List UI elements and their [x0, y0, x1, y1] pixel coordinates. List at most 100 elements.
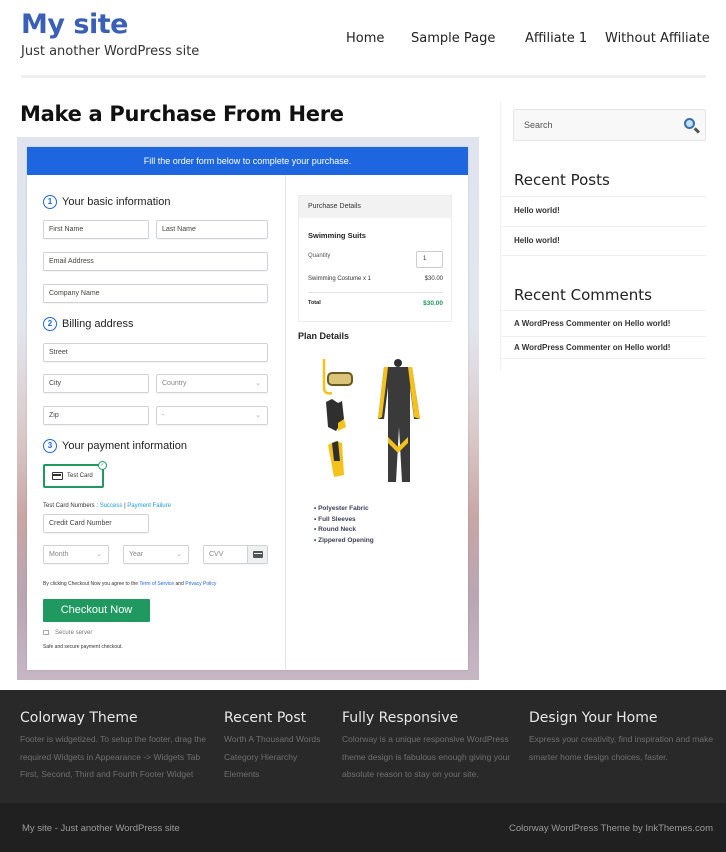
- section-label: Your payment information: [62, 440, 187, 452]
- footer-theme-credit[interactable]: Colorway WordPress Theme by InkThemes.co…: [509, 823, 713, 834]
- footer-post-link[interactable]: Elements: [224, 766, 334, 784]
- footer-col-recent-post: Recent Post Worth A Thousand Words Categ…: [224, 710, 334, 784]
- fins-icon: [328, 441, 344, 477]
- footer-col-text: Express your creativity, find inspiratio…: [529, 734, 714, 762]
- email-input[interactable]: Email Address: [43, 252, 268, 271]
- footer-site-credit[interactable]: My site - Just another WordPress site: [22, 823, 180, 834]
- search-placeholder: Search: [524, 120, 553, 130]
- order-form-card: Fill the order form below to complete yo…: [27, 147, 468, 670]
- state-value: -: [162, 412, 165, 419]
- test-card-numbers: Test Card Numbers : Success | Payment Fa…: [43, 503, 171, 509]
- zip-input[interactable]: Zip: [43, 406, 149, 425]
- year-select[interactable]: Year ⌄: [123, 545, 189, 564]
- quantity-input[interactable]: 1: [416, 251, 443, 268]
- state-select[interactable]: - ⌄: [156, 406, 268, 425]
- section-payment: 3 Your payment information: [43, 439, 187, 453]
- nav-home[interactable]: Home: [346, 31, 384, 46]
- test-card-label: Test Card Numbers :: [43, 503, 99, 509]
- last-name-input[interactable]: Last Name: [156, 220, 268, 239]
- main-nav: Home Sample Page Affiliate 1 Without Aff…: [0, 31, 726, 51]
- agreement-text: By clicking Checkout Now you agree to th…: [43, 581, 216, 587]
- chevron-down-icon: ⌄: [176, 551, 182, 558]
- feature-item: Full Sleeves: [314, 515, 374, 526]
- recent-post-item: Hello world!: [501, 226, 706, 256]
- payment-method-label: Test Card: [67, 473, 93, 479]
- payment-method-test-card[interactable]: Test Card ✓: [43, 461, 107, 488]
- footer-col-title: Colorway Theme: [20, 710, 138, 726]
- order-banner: Fill the order form below to complete yo…: [27, 147, 468, 175]
- chevron-down-icon: ⌄: [96, 551, 102, 558]
- year-value: Year: [129, 551, 144, 558]
- recent-comment-link[interactable]: A WordPress Commenter on Hello world!: [514, 343, 670, 352]
- feature-item: Zippered Opening: [314, 536, 374, 547]
- footer-col-title: Recent Post: [224, 710, 307, 726]
- check-icon: ✓: [98, 461, 107, 470]
- chevron-down-icon: ⌄: [255, 412, 261, 419]
- secure-server: Secure server: [43, 629, 92, 636]
- terms-of-service-link[interactable]: Term of Service: [139, 581, 174, 587]
- line-item-name: Swimming Costume x 1: [308, 276, 372, 282]
- cvv-card-icon: [247, 546, 267, 563]
- credit-card-input[interactable]: Credit Card Number: [43, 514, 149, 533]
- cvv-input[interactable]: CVV: [203, 545, 268, 564]
- city-input[interactable]: City: [43, 374, 149, 393]
- wetsuit-icon: [378, 359, 420, 482]
- section-billing: 2 Billing address: [43, 317, 134, 331]
- section-label: Billing address: [62, 318, 134, 330]
- snorkel-mask-icon: [322, 359, 353, 395]
- nav-sample-page[interactable]: Sample Page: [411, 31, 495, 46]
- street-input[interactable]: Street: [43, 343, 268, 362]
- recent-comment-link[interactable]: A WordPress Commenter on Hello world!: [514, 319, 670, 328]
- quantity-label: Quantity: [308, 253, 331, 259]
- footer-col-colorway: Colorway Theme Footer is widgetized. To …: [20, 710, 215, 784]
- privacy-policy-link[interactable]: Privacy Policy: [185, 581, 216, 587]
- first-name-input[interactable]: First Name: [43, 220, 149, 239]
- company-input[interactable]: Company Name: [43, 284, 268, 303]
- footer-col-text: Colorway is a unique responsive WordPres…: [342, 734, 511, 779]
- plan-features-list: Polyester Fabric Full Sleeves Round Neck…: [314, 504, 374, 546]
- site-footer: Colorway Theme Footer is widgetized. To …: [0, 690, 726, 803]
- total-amount: $30.00: [423, 300, 443, 307]
- plan-details-title: Plan Details: [298, 331, 350, 341]
- recent-post-item: Hello world!: [501, 196, 706, 226]
- footer-post-link[interactable]: Worth A Thousand Words: [224, 731, 334, 749]
- checkout-now-button[interactable]: Checkout Now: [43, 599, 150, 622]
- footer-col-responsive: Fully Responsive Colorway is a unique re…: [342, 710, 517, 784]
- recent-post-link[interactable]: Hello world!: [514, 206, 560, 215]
- swim-gear-image: [322, 359, 420, 482]
- site-header: My site Just another WordPress site Home…: [0, 0, 726, 90]
- and-text: and: [175, 581, 184, 587]
- recent-posts-title: Recent Posts: [514, 171, 610, 189]
- recent-post-link[interactable]: Hello world!: [514, 236, 560, 245]
- search-input[interactable]: Search: [513, 109, 706, 141]
- recent-comments-title: Recent Comments: [514, 286, 652, 304]
- chevron-down-icon: ⌄: [255, 380, 261, 387]
- nav-without-affiliate[interactable]: Without Affiliate: [605, 31, 710, 46]
- purchase-details-box: Purchase Details Swimming Suits Quantity…: [298, 195, 452, 322]
- feature-item: Polyester Fabric: [314, 504, 374, 515]
- step-number-icon: 1: [43, 195, 57, 209]
- header-divider: [21, 75, 706, 78]
- recent-comment-item: A WordPress Commenter on Hello world!: [501, 336, 706, 359]
- month-value: Month: [49, 551, 69, 558]
- payment-failure-link[interactable]: Payment Failure: [127, 503, 171, 509]
- line-item: Swimming Costume x 1 $30.00: [308, 276, 443, 282]
- step-number-icon: 2: [43, 317, 57, 331]
- nav-affiliate-1[interactable]: Affiliate 1: [525, 31, 587, 46]
- country-select[interactable]: Country ⌄: [156, 374, 268, 393]
- footer-col-title: Fully Responsive: [342, 710, 459, 726]
- section-basic-info: 1 Your basic information: [43, 195, 170, 209]
- separator: |: [124, 503, 126, 509]
- search-icon[interactable]: [684, 118, 695, 129]
- cvv-placeholder: CVV: [209, 551, 224, 558]
- footer-post-link[interactable]: Category Hierarchy: [224, 749, 334, 767]
- month-select[interactable]: Month ⌄: [43, 545, 109, 564]
- feature-item: Round Neck: [314, 525, 374, 536]
- success-link[interactable]: Success: [100, 503, 123, 509]
- total-row: Total $30.00: [308, 300, 443, 307]
- credit-card-icon: [52, 472, 63, 480]
- step-number-icon: 3: [43, 439, 57, 453]
- footer-col-text: Footer is widgetized. To setup the foote…: [20, 734, 207, 779]
- recent-comment-item: A WordPress Commenter on Hello world!: [501, 310, 706, 337]
- page-title: Make a Purchase From Here: [20, 102, 344, 126]
